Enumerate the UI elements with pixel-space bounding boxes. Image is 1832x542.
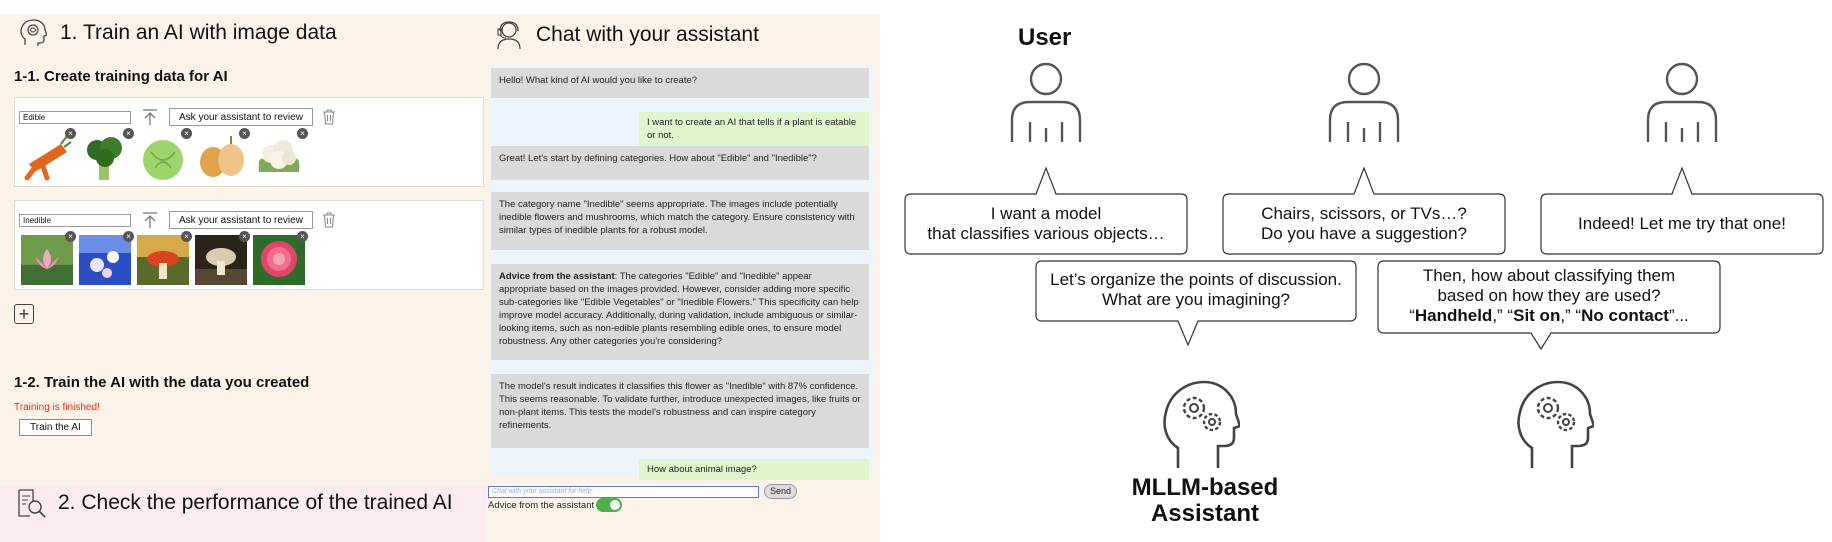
upload-icon[interactable] [139,210,161,230]
assistant-speech-bubble-2: Then, how about classifying them based o… [1376,259,1722,351]
bubble-text: Chairs, scissors, or TVs…? Do you have a … [1260,204,1468,243]
bubble-text: Then, how about classifying them based o… [1409,266,1689,325]
image-thumbnail-lotus[interactable]: × [21,231,76,285]
remove-image-button[interactable]: × [297,128,308,139]
image-thumbnail-onion[interactable]: × [195,128,250,182]
chat-message-user: I want to create an AI that tells if a p… [639,112,869,146]
user-person-icon [1326,62,1402,146]
remove-image-button[interactable]: × [239,128,250,139]
advice-toggle-label: Advice from the assistant [488,499,595,511]
category-name-input[interactable]: Edible [19,110,131,124]
subsection2-title: 1-2. Train the AI with the data you crea… [14,374,310,391]
advice-toggle-row: Advice from the assistant [488,498,623,512]
bubble-text: Let’s organize the points of discussion.… [1050,270,1342,309]
category-card-inedible: Inedible Ask your assistant to review × [14,200,484,290]
remove-image-button[interactable]: × [123,128,134,139]
send-button[interactable]: Send [764,484,797,499]
train-ai-button[interactable]: Train the AI [19,419,92,436]
image-thumbnail-blue-flower[interactable]: × [79,231,134,285]
image-thumbnail-cauliflower[interactable]: × [253,128,308,182]
image-thumbnail-dahlia[interactable]: × [253,231,308,285]
section1-header: 1. Train an AI with image data [18,18,337,48]
section2-header: 2. Check the performance of the trained … [16,488,453,518]
user-speech-bubble-1: I want a model that classifies various ob… [903,164,1189,256]
image-thumbnail-cabbage[interactable]: × [137,128,192,182]
user-person-icon [1008,62,1084,146]
chat-message-assistant-advice: Advice from the assistant: The categorie… [491,264,869,360]
trash-icon[interactable] [321,211,337,229]
remove-image-button[interactable]: × [65,231,76,242]
remove-image-button[interactable]: × [239,231,250,242]
category-card-edible: Edible Ask your assistant to review × × … [14,97,484,187]
remove-image-button[interactable]: × [297,231,308,242]
image-thumbnail-mushroom[interactable]: × [137,231,192,285]
image-thumbnail-broccoli[interactable]: × [79,128,134,182]
ask-assistant-review-button[interactable]: Ask your assistant to review [169,108,313,126]
assistant-speech-bubble-1: Let’s organize the points of discussion.… [1034,259,1358,347]
remove-image-button[interactable]: × [65,128,76,139]
user-speech-bubble-2: Chairs, scissors, or TVs…? Do you have a … [1221,164,1507,256]
remove-image-button[interactable]: × [123,231,134,242]
add-category-button[interactable]: + [14,304,34,324]
trash-icon[interactable] [321,108,337,126]
assistant-brain-gear-icon [1160,376,1242,472]
brain-head-icon [18,18,48,48]
section1-title: 1. Train an AI with image data [60,21,337,44]
chat-input[interactable]: Chat with your assistant for help. [488,486,759,498]
remove-image-button[interactable]: × [181,231,192,242]
bubble-text: I want a model that classifies various ob… [927,204,1165,243]
user-label: User [1018,24,1072,51]
assistant-avatar-icon [494,20,524,50]
chat-message-user: How about animal image? [639,459,869,480]
training-status: Training is finished! [14,402,100,413]
chat-header: Chat with your assistant [494,20,759,50]
category-name-input[interactable]: Inedible [19,213,131,227]
upload-icon[interactable] [139,107,161,127]
chat-message-assistant: Hello! What kind of AI would you like to… [491,68,869,98]
ask-assistant-review-button[interactable]: Ask your assistant to review [169,211,313,229]
subsection1-title: 1-1. Create training data for AI [14,68,228,85]
chat-title: Chat with your assistant [536,23,759,46]
chat-message-assistant: The category name "Inedible" seems appro… [491,192,869,250]
advice-toggle-switch[interactable] [596,498,623,512]
assistant-brain-gear-icon [1514,376,1596,472]
chat-message-assistant: The model's result indicates it classifi… [491,374,869,448]
user-person-icon [1644,62,1720,146]
remove-image-button[interactable]: × [181,128,192,139]
advice-label: Advice from the assistant [499,271,615,282]
assistant-label: MLLM-based Assistant [1131,474,1279,527]
image-thumbnail-carrot[interactable]: × [21,128,76,182]
bubble-text: Indeed! Let me try that one! [1578,214,1786,233]
section2-title: 2. Check the performance of the trained … [58,491,453,514]
advice-text: : The categories "Edible" and "Inedible"… [499,271,859,347]
chat-message-assistant: Great! Let's start by defining categorie… [491,146,869,180]
user-speech-bubble-3: Indeed! Let me try that one! [1539,164,1825,256]
document-search-icon [16,488,46,518]
image-thumbnail-brown-mushroom[interactable]: × [195,231,250,285]
